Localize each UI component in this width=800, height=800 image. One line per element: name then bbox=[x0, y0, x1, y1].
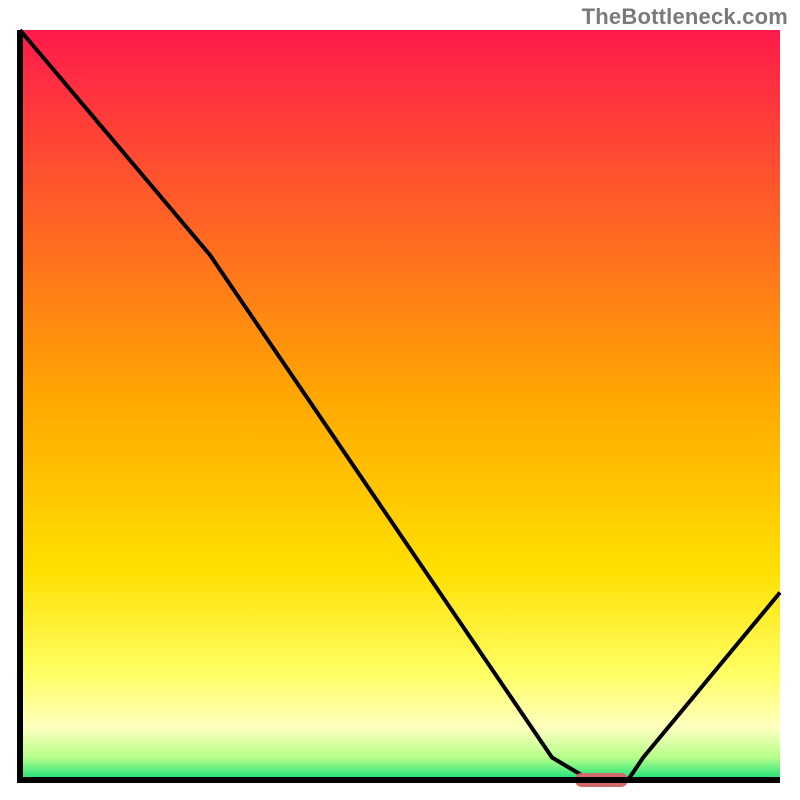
bottleneck-chart bbox=[0, 0, 800, 800]
watermark-text: TheBottleneck.com bbox=[582, 4, 788, 30]
chart-background bbox=[20, 30, 780, 780]
